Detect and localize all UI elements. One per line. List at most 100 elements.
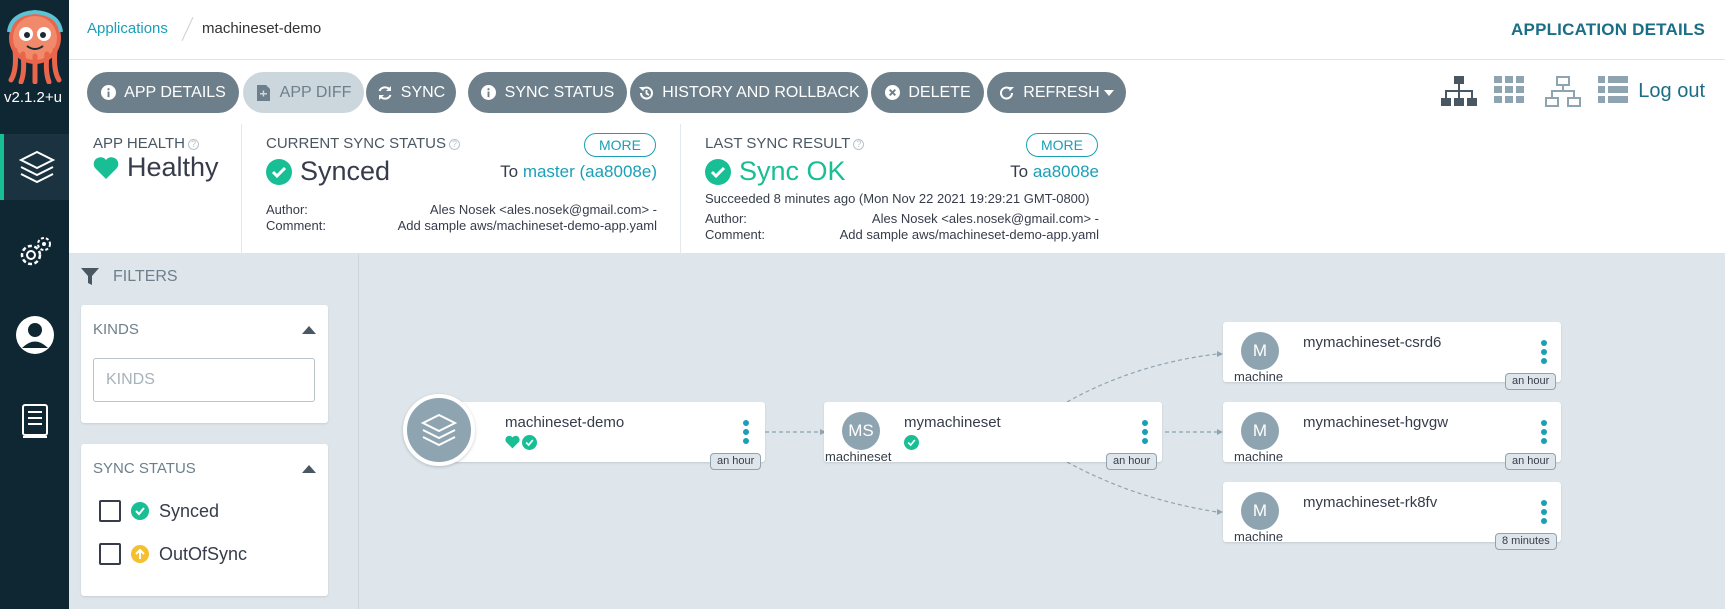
sync-status-label: SYNC STATUS [504, 83, 615, 101]
node-kind-avatar: M [1241, 412, 1279, 450]
nav-settings[interactable] [0, 220, 69, 286]
resource-tree: machineset-demo an hour MS machineset my… [360, 254, 1725, 609]
app-node-icon [403, 394, 475, 466]
help-icon[interactable]: ? [853, 139, 865, 150]
breadcrumb-applications[interactable]: Applications [87, 20, 168, 37]
pods-view-button[interactable] [1494, 76, 1524, 109]
nav-applications[interactable] [0, 134, 69, 200]
app-diff-label: APP DIFF [279, 83, 352, 101]
check-circle-icon [522, 435, 537, 450]
node-name: mymachineset-hgvgw [1303, 414, 1449, 431]
app-details-button[interactable]: APP DETAILS [87, 72, 239, 113]
times-circle-icon [884, 85, 900, 101]
node-menu-icon[interactable] [1541, 340, 1547, 364]
machineset-node[interactable]: MS machineset mymachineset an hour [824, 402, 1162, 470]
node-age-badge: an hour [710, 453, 762, 470]
refresh-button[interactable]: REFRESH [987, 72, 1126, 113]
last-sync-comment: Add sample aws/machineset-demo-app.yaml [839, 227, 1099, 242]
node-name: mymachineset-rk8fv [1303, 494, 1438, 511]
sync-button[interactable]: SYNC [366, 72, 456, 113]
nav-docs[interactable] [0, 388, 69, 454]
filter-option-synced[interactable]: Synced [99, 500, 219, 522]
sync-author-label: Author: [266, 202, 308, 217]
machine-node[interactable]: M machine mymachineset-hgvgw an hour [1223, 402, 1561, 470]
node-kind: machineset [825, 449, 892, 464]
sync-status-button[interactable]: SYNC STATUS [468, 72, 627, 113]
node-kind: machine [1234, 529, 1284, 544]
sync-target: To master (aa8008e) [500, 162, 657, 182]
info-icon [481, 85, 497, 101]
machine-node[interactable]: M machine mymachineset-csrd6 an hour [1223, 322, 1561, 390]
top-bar: Applications machineset-demo APPLICATION… [69, 0, 1725, 60]
last-sync-more-button[interactable]: MORE [1026, 133, 1098, 157]
kinds-input[interactable]: KINDS [93, 358, 315, 402]
list-view-button[interactable] [1598, 76, 1628, 109]
layers-icon [420, 413, 458, 447]
filter-option-label: OutOfSync [159, 543, 248, 564]
node-kind: machine [1234, 369, 1284, 384]
filter-option-label: Synced [159, 500, 220, 521]
network-view-icon [1545, 76, 1581, 107]
app-health-heading: APP HEALTH? [93, 135, 199, 152]
node-menu-icon[interactable] [1142, 420, 1148, 444]
filters-header[interactable]: FILTERS [81, 268, 178, 286]
node-menu-icon[interactable] [743, 420, 749, 444]
last-sync-comment-label: Comment: [705, 227, 765, 242]
node-status [505, 435, 537, 450]
argo-logo[interactable] [5, 10, 65, 84]
sync-status: Synced [266, 156, 390, 187]
history-icon [638, 85, 654, 101]
sync-revision-link[interactable]: master (aa8008e) [523, 162, 657, 181]
checkbox[interactable] [99, 543, 121, 565]
checkbox[interactable] [99, 500, 121, 522]
node-name: mymachineset-csrd6 [1303, 334, 1442, 351]
node-kind-avatar: M [1241, 332, 1279, 370]
info-icon [100, 85, 116, 101]
filter-option-outofsync[interactable]: OutOfSync [99, 543, 247, 565]
app-health-label: APP HEALTH [93, 135, 185, 152]
machine-node[interactable]: M machine mymachineset-rk8fv 8 minutes [1223, 482, 1561, 550]
divider [680, 124, 681, 254]
node-menu-icon[interactable] [1541, 420, 1547, 444]
help-icon[interactable]: ? [449, 139, 461, 150]
history-rollback-label: HISTORY AND ROLLBACK [662, 83, 860, 101]
tree-view-button[interactable] [1441, 76, 1477, 113]
layers-icon [18, 150, 55, 184]
logout-link[interactable]: Log out [1638, 80, 1705, 103]
sync-status-title: SYNC STATUS [93, 460, 196, 477]
delete-label: DELETE [908, 83, 971, 101]
sync-value: Synced [300, 156, 391, 186]
last-sync-author: Ales Nosek <ales.nosek@gmail.com> - [871, 211, 1099, 226]
app-details-label: APP DETAILS [124, 83, 226, 101]
node-age-badge: an hour [1106, 453, 1158, 470]
filter-icon [81, 268, 99, 285]
sync-to-prefix: To [500, 162, 519, 181]
node-age-badge: 8 minutes [1495, 533, 1557, 550]
last-sync-value: Sync OK [739, 156, 846, 186]
app-diff-button[interactable]: APP DIFF [243, 72, 364, 113]
node-age-badge: an hour [1505, 373, 1557, 390]
breadcrumb-separator [181, 17, 194, 41]
node-kind: machine [1234, 449, 1284, 464]
node-age-badge: an hour [1505, 453, 1557, 470]
delete-button[interactable]: DELETE [871, 72, 984, 113]
nav-user-info[interactable] [0, 302, 69, 368]
current-sync-label: CURRENT SYNC STATUS [266, 135, 447, 152]
node-menu-icon[interactable] [1541, 500, 1547, 524]
app-node[interactable]: machineset-demo an hour [450, 402, 765, 470]
help-icon[interactable]: ? [187, 139, 199, 150]
sync-more-button[interactable]: MORE [584, 133, 656, 157]
network-view-button[interactable] [1545, 76, 1581, 113]
file-diff-icon [256, 84, 272, 101]
check-circle-icon [266, 158, 292, 185]
sync-comment-label: Comment: [266, 218, 326, 233]
toolbar: APP DETAILS APP DIFF SYNC SYNC STATUS HI… [69, 60, 1725, 124]
check-circle-icon [705, 158, 731, 185]
health-value: Healthy [127, 152, 219, 182]
sidebar: v2.1.2+u [0, 0, 69, 609]
caret-up-icon[interactable] [302, 465, 316, 473]
caret-up-icon[interactable] [302, 326, 316, 334]
sync-icon [377, 85, 393, 101]
last-sync-revision-link[interactable]: aa8008e [1033, 162, 1099, 181]
history-rollback-button[interactable]: HISTORY AND ROLLBACK [630, 72, 868, 113]
